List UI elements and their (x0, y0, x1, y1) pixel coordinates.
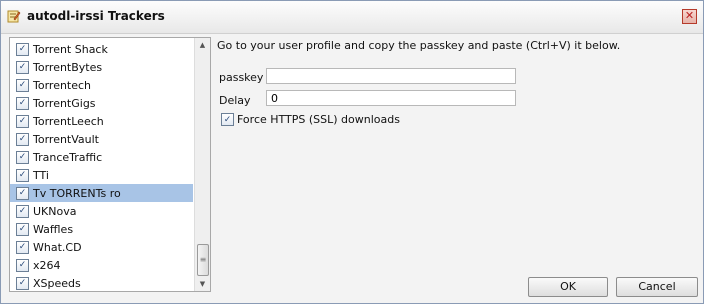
scroll-down-icon[interactable]: ▼ (195, 277, 210, 291)
tracker-dialog: autodl-irssi Trackers ✕ ✓ Torrent Shack ✓ T… (0, 0, 704, 304)
title-bar[interactable]: autodl-irssi Trackers ✕ (1, 1, 703, 34)
scroll-up-icon[interactable]: ▲ (195, 38, 210, 52)
tracker-item[interactable]: ✓ Torrentech (10, 76, 193, 94)
tracker-label: TorrentLeech (33, 114, 104, 128)
tracker-list[interactable]: ✓ Torrent Shack ✓ TorrentBytes ✓ Torrentech ✓ T… (9, 37, 211, 292)
tracker-checkbox[interactable]: ✓ (16, 150, 29, 164)
tracker-checkbox[interactable]: ✓ (16, 258, 29, 272)
tracker-checkbox[interactable]: ✓ (16, 42, 29, 56)
tracker-item[interactable]: ✓ TorrentLeech (10, 112, 193, 130)
tracker-label: TTi (33, 168, 49, 182)
tracker-label: Waffles (33, 222, 74, 236)
tracker-label: Torrentech (33, 78, 92, 92)
tracker-label: TorrentVault (33, 132, 99, 146)
tracker-checkbox[interactable]: ✓ (16, 114, 29, 128)
tracker-checkbox[interactable]: ✓ (16, 222, 29, 236)
delay-label: Delay (219, 94, 251, 107)
tracker-checkbox[interactable]: ✓ (16, 186, 29, 200)
tracker-item[interactable]: ✓ Tv TORRENTs ro (10, 184, 193, 202)
tracker-list-items: ✓ Torrent Shack ✓ TorrentBytes ✓ Torrentech ✓ T… (10, 38, 193, 291)
tracker-label: What.CD (33, 240, 82, 254)
tracker-item[interactable]: ✓ UKNova (10, 202, 193, 220)
app-icon (7, 10, 21, 23)
tracker-checkbox[interactable]: ✓ (16, 60, 29, 74)
tracker-label: x264 (33, 258, 61, 272)
tracker-label: UKNova (33, 204, 77, 218)
tracker-item[interactable]: ✓ What.CD (10, 238, 193, 256)
tracker-label: TranceTraffic (33, 150, 103, 164)
tracker-checkbox[interactable]: ✓ (16, 276, 29, 290)
tracker-item[interactable]: ✓ TranceTraffic (10, 148, 193, 166)
cancel-button[interactable]: Cancel (616, 277, 698, 297)
tracker-item[interactable]: ✓ TorrentBytes (10, 58, 193, 76)
tracker-label: TorrentBytes (33, 60, 103, 74)
delay-field[interactable] (266, 90, 516, 106)
tracker-checkbox[interactable]: ✓ (16, 204, 29, 218)
force-https-label: Force HTTPS (SSL) downloads (237, 113, 400, 126)
tracker-checkbox[interactable]: ✓ (16, 78, 29, 92)
force-https-checkbox[interactable]: ✓ (221, 113, 234, 126)
tracker-label: TorrentGigs (33, 96, 96, 110)
tracker-item[interactable]: ✓ Torrent Shack (10, 40, 193, 58)
window-title: autodl-irssi Trackers (27, 9, 165, 23)
tracker-label: Tv TORRENTs ro (33, 186, 121, 200)
tracker-checkbox[interactable]: ✓ (16, 132, 29, 146)
tracker-list-scrollbar[interactable]: ▲ ≡ ▼ (194, 38, 210, 291)
tracker-item[interactable]: ✓ TorrentGigs (10, 94, 193, 112)
scroll-thumb[interactable]: ≡ (197, 244, 209, 276)
instruction-text: Go to your user profile and copy the pas… (217, 39, 621, 52)
passkey-label: passkey (219, 71, 264, 84)
tracker-item[interactable]: ✓ TTi (10, 166, 193, 184)
tracker-item[interactable]: ✓ Waffles (10, 220, 193, 238)
tracker-label: Torrent Shack (33, 42, 108, 56)
tracker-item[interactable]: ✓ x264 (10, 256, 193, 274)
close-button[interactable]: ✕ (682, 9, 697, 24)
tracker-checkbox[interactable]: ✓ (16, 168, 29, 182)
passkey-field[interactable] (266, 68, 516, 84)
tracker-item[interactable]: ✓ TorrentVault (10, 130, 193, 148)
tracker-checkbox[interactable]: ✓ (16, 96, 29, 110)
tracker-item[interactable]: ✓ XSpeeds (10, 274, 193, 291)
tracker-label: XSpeeds (33, 276, 81, 290)
ok-button[interactable]: OK (528, 277, 608, 297)
tracker-checkbox[interactable]: ✓ (16, 240, 29, 254)
